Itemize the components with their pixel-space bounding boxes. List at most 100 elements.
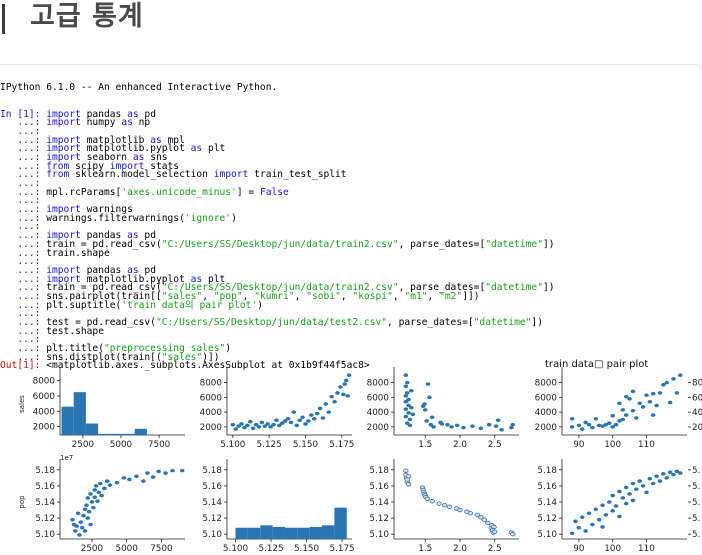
scatter-point — [72, 529, 78, 533]
scatter-point — [623, 413, 629, 417]
x-tick-label: 5.100 — [223, 544, 249, 554]
scatter-point — [593, 416, 599, 421]
histogram-bar — [122, 433, 135, 435]
pairplot-panel: 2000 4000 6000 8000 90 100 110 20 40 60 80 — [535, 367, 702, 450]
scatter-point — [88, 492, 93, 496]
scatter-point — [634, 416, 639, 420]
scatter-point — [644, 490, 649, 495]
scatter-point — [271, 422, 276, 427]
scatter-point — [429, 499, 435, 504]
scatter-point — [637, 401, 643, 406]
scatter-point — [600, 503, 605, 508]
scatter-point — [86, 509, 92, 514]
x-tick-label: 2.0 — [453, 544, 467, 554]
y-tick-label: 5.18 — [35, 466, 55, 476]
y-tick-label: 5.18 — [369, 466, 389, 476]
scatter-point — [439, 422, 445, 426]
scatter-point — [495, 418, 501, 423]
y-tick-label: 4000 — [535, 408, 558, 418]
code-text: ]) — [542, 238, 555, 250]
x-tick-label: 2.0 — [453, 440, 467, 450]
scatter-point — [297, 418, 302, 423]
scatter-point — [634, 487, 639, 491]
scatter-point — [409, 405, 414, 410]
scatter-point — [667, 470, 673, 475]
y-tick-label: 5.10 — [537, 530, 557, 540]
code-text: ]]) — [462, 290, 480, 302]
scatter-point — [77, 533, 82, 537]
scatter-point — [637, 479, 643, 483]
scatter-point — [150, 475, 156, 479]
scatter-point — [92, 495, 98, 499]
scatter-point — [134, 474, 139, 479]
scatter-point — [343, 378, 349, 383]
x-tick-label: 7500 — [148, 440, 171, 450]
scatter-point — [461, 425, 466, 430]
scatter-point — [657, 391, 663, 395]
histogram-bar — [322, 525, 335, 539]
y-tick-label: 2000 — [33, 423, 56, 433]
scatter-point — [404, 391, 410, 395]
scatter-point — [89, 500, 95, 504]
pairplot-figure: 2000 4000 6000 8000 2500 5000 7500 2000 4000 6000… — [0, 353, 702, 555]
scatter-point — [346, 373, 352, 378]
scatter-point — [647, 476, 653, 481]
scatter-point — [610, 414, 615, 418]
scatter-point — [620, 408, 626, 412]
next-col-tick-label: 40 — [692, 408, 702, 418]
code-keyword: import — [46, 117, 81, 129]
y-tick-label: 6000 — [535, 393, 558, 403]
scatter-point — [409, 388, 414, 393]
scatter-point — [102, 486, 107, 491]
scatter-point — [640, 405, 646, 409]
scatter-point — [427, 395, 432, 400]
scatter-point — [586, 511, 592, 516]
scatter-point — [95, 499, 100, 503]
scatter-point — [81, 513, 86, 518]
histogram-bar — [297, 527, 310, 539]
scatter-point — [320, 416, 326, 420]
y-tick-label: 8000 — [535, 379, 558, 389]
scatter-point — [274, 418, 279, 423]
scatter-point — [620, 496, 626, 500]
scatter-point — [617, 489, 622, 494]
pairplot-panel: 5.10 5.12 5.14 5.16 5.18 2500 5000 7500 — [35, 459, 185, 554]
scatter-point — [449, 425, 454, 429]
page-title: 고급 통계 — [30, 1, 144, 32]
title-accent-bar — [2, 4, 5, 34]
histogram-bar — [61, 406, 74, 435]
scatter-point — [661, 472, 666, 476]
x-tick-label: 1.5 — [418, 544, 432, 554]
next-col-tick-label: 60 — [692, 393, 702, 403]
ipython-console[interactable]: IPython 6.1.0 -- An enhanced Interactive… — [0, 64, 702, 555]
y-tick-label: 2000 — [200, 423, 223, 433]
code-line: ...: train.shape — [0, 248, 555, 259]
scatter-point — [610, 493, 615, 498]
y-tick-label: 5.14 — [202, 498, 222, 508]
scatter-point — [630, 481, 636, 486]
y-tick-label: 5.10 — [369, 530, 389, 540]
scatter-point — [573, 519, 578, 524]
scatter-point — [429, 415, 435, 420]
scatter-point — [403, 373, 409, 378]
scatter-point — [654, 474, 659, 479]
scatter-point — [259, 420, 265, 425]
y-tick-label: 8000 — [33, 377, 56, 387]
scatter-point — [454, 423, 460, 428]
code-keyword: as — [121, 117, 133, 129]
scatter-point — [579, 427, 585, 431]
y-tick-label: 5.14 — [537, 498, 557, 508]
code-area[interactable]: IPython 6.1.0 -- An enhanced Interactive… — [0, 67, 555, 371]
x-tick-label: 2500 — [81, 544, 104, 554]
scatter-point — [300, 415, 305, 420]
scatter-point — [630, 408, 636, 413]
histogram-bar — [85, 423, 99, 435]
scatter-point — [230, 422, 236, 427]
code-string: "datetime" — [485, 238, 543, 250]
scatter-point — [179, 468, 185, 473]
x-tick-label: 5.150 — [294, 544, 320, 554]
code-string: "m1" — [404, 290, 428, 302]
x-tick-label: 5.100 — [220, 440, 246, 450]
scatter-point — [245, 423, 250, 428]
scatter-point — [424, 419, 429, 423]
